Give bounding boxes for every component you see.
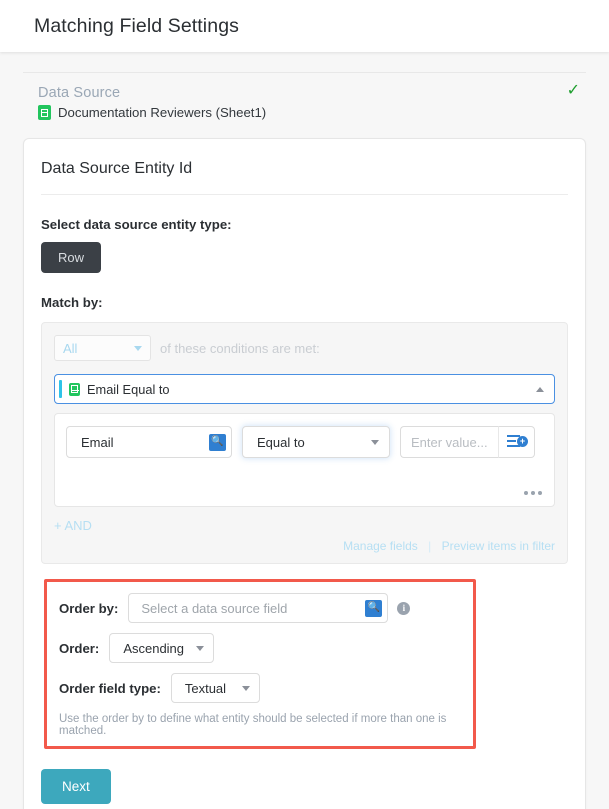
order-by-label: Order by: xyxy=(59,601,118,616)
order-field-type-label: Order field type: xyxy=(59,681,161,696)
order-by-input[interactable]: Select a data source field 🔍 xyxy=(128,593,388,623)
insert-value-icon: + xyxy=(507,435,526,450)
page-title: Matching Field Settings xyxy=(34,15,239,38)
entity-id-card: Data Source Entity Id Select data source… xyxy=(23,138,586,809)
chevron-down-icon xyxy=(242,686,250,691)
preview-items-link[interactable]: Preview items in filter xyxy=(442,539,555,553)
chevron-down-icon xyxy=(134,346,142,351)
google-sheets-icon xyxy=(38,105,51,120)
condition-pill-label: Email Equal to xyxy=(87,382,536,397)
checkmark-icon: ✓ xyxy=(567,83,580,99)
order-field-type-select[interactable]: Textual xyxy=(171,673,260,703)
conditions-footer-links: Manage fields | Preview items in filter xyxy=(54,539,555,553)
condition-field-value: Email xyxy=(81,435,114,450)
condition-fields-row: Email 🔍 Equal to Enter value... + xyxy=(66,426,543,458)
window-header: Matching Field Settings xyxy=(0,0,609,52)
card-divider xyxy=(41,194,568,195)
order-field-type-row: Order field type: Textual xyxy=(59,673,461,703)
condition-accent-bar xyxy=(59,380,62,398)
google-sheets-icon xyxy=(69,383,80,396)
page-body: Data Source Documentation Reviewers (She… xyxy=(0,52,609,809)
quantifier-suffix-text: of these conditions are met: xyxy=(160,341,320,356)
chevron-down-icon xyxy=(371,440,379,445)
next-button[interactable]: Next xyxy=(41,769,111,804)
condition-value-group: Enter value... + xyxy=(400,426,535,458)
order-by-row: Order by: Select a data source field 🔍 i xyxy=(59,593,461,623)
info-icon[interactable]: i xyxy=(397,602,410,615)
condition-more-options-icon[interactable] xyxy=(524,491,542,495)
condition-operator-value: Equal to xyxy=(257,435,305,450)
match-by-label: Match by: xyxy=(41,295,568,310)
condition-field-select[interactable]: Email 🔍 xyxy=(66,426,232,458)
add-and-condition-link[interactable]: + AND xyxy=(54,518,92,533)
quantifier-select[interactable]: All xyxy=(54,335,151,361)
card-content: Select data source entity type: Row Matc… xyxy=(24,217,585,804)
order-label: Order: xyxy=(59,641,99,656)
chevron-down-icon xyxy=(196,646,204,651)
quantifier-select-value: All xyxy=(63,341,77,356)
order-direction-row: Order: Ascending xyxy=(59,633,461,663)
conditions-panel: All of these conditions are met: Email E… xyxy=(41,322,568,564)
card-title: Data Source Entity Id xyxy=(24,139,585,194)
insert-value-button[interactable]: + xyxy=(498,426,535,458)
condition-value-input[interactable]: Enter value... xyxy=(400,426,498,458)
order-help-text: Use the order by to define what entity s… xyxy=(59,713,461,737)
order-settings-highlight: Order by: Select a data source field 🔍 i… xyxy=(44,579,476,749)
data-source-summary[interactable]: Data Source Documentation Reviewers (She… xyxy=(0,73,609,120)
condition-detail: Email 🔍 Equal to Enter value... + xyxy=(54,413,555,507)
conditions-quantifier-row: All of these conditions are met: xyxy=(54,335,555,361)
order-field-type-value: Textual xyxy=(185,681,226,696)
condition-operator-select[interactable]: Equal to xyxy=(242,426,390,458)
entity-type-label: Select data source entity type: xyxy=(41,217,568,232)
search-icon[interactable]: 🔍 xyxy=(209,434,226,451)
condition-pill[interactable]: Email Equal to xyxy=(54,374,555,404)
manage-fields-link[interactable]: Manage fields xyxy=(343,539,418,553)
data-source-label: Data Source xyxy=(38,85,586,101)
chevron-up-icon[interactable] xyxy=(536,387,544,392)
order-by-placeholder: Select a data source field xyxy=(141,601,287,616)
entity-type-row-button[interactable]: Row xyxy=(41,242,101,273)
data-source-value: Documentation Reviewers (Sheet1) xyxy=(58,105,266,120)
search-icon[interactable]: 🔍 xyxy=(365,600,382,617)
order-direction-select[interactable]: Ascending xyxy=(109,633,214,663)
order-direction-value: Ascending xyxy=(123,641,184,656)
links-separator: | xyxy=(428,539,431,553)
data-source-value-row: Documentation Reviewers (Sheet1) xyxy=(38,105,586,120)
